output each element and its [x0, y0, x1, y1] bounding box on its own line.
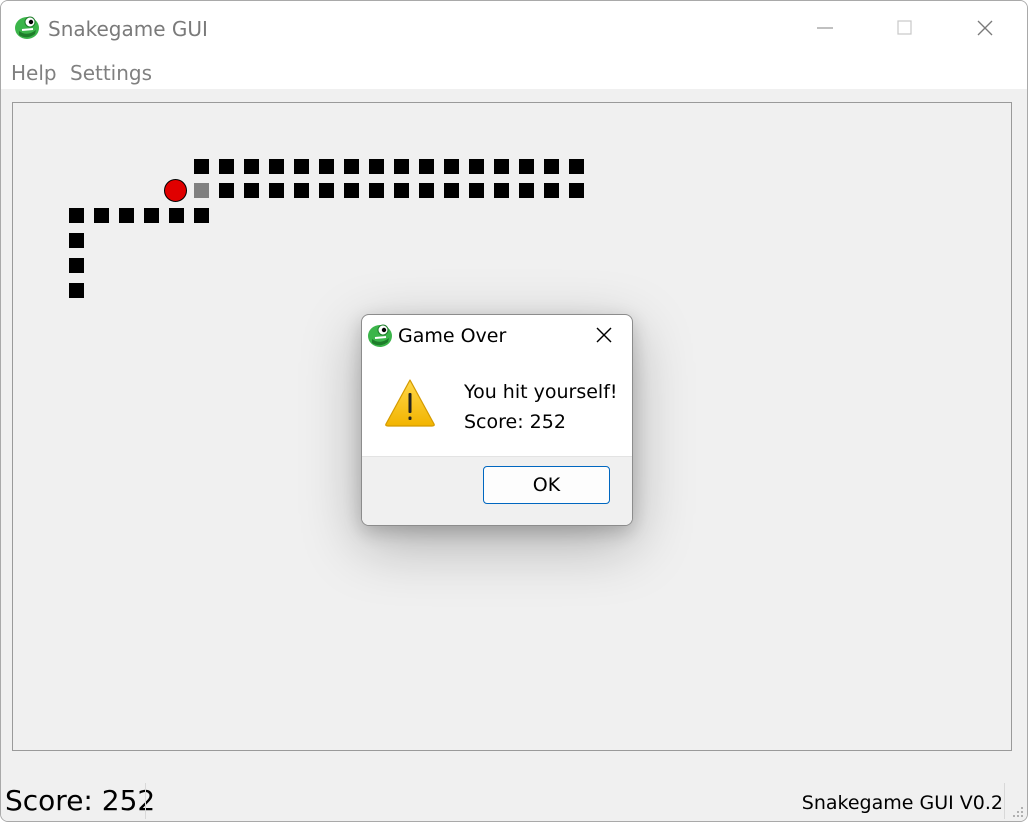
window-title: Snakegame GUI — [48, 17, 208, 41]
snake-segment — [269, 183, 284, 198]
close-icon[interactable] — [594, 325, 614, 345]
status-bar: Score: 252 Snakegame GUI V0.2 — [1, 779, 1027, 821]
dialog-message: You hit yourself! — [464, 381, 618, 403]
snake-segment — [494, 159, 509, 174]
snake-segment — [369, 183, 384, 198]
snake-segment — [394, 183, 409, 198]
snake-segment — [319, 159, 334, 174]
snake-segment — [144, 208, 159, 223]
menu-bar: Help Settings — [1, 55, 1027, 89]
snake-segment — [544, 183, 559, 198]
snake-segment — [569, 159, 584, 174]
snake-segment — [219, 183, 234, 198]
snake-segment — [469, 183, 484, 198]
snake-app-icon — [368, 324, 392, 347]
snake-segment — [269, 159, 284, 174]
dialog-title: Game Over — [398, 325, 507, 347]
snake-segment — [69, 283, 84, 298]
snake-segment — [469, 159, 484, 174]
minimize-icon — [817, 27, 833, 29]
snake-segment — [169, 208, 184, 223]
warning-icon — [385, 379, 435, 427]
snake-segment — [194, 208, 209, 223]
snake-segment — [69, 208, 84, 223]
snake-segment — [569, 183, 584, 198]
food-icon — [164, 179, 187, 202]
dialog-score: Score: 252 — [464, 411, 566, 433]
close-icon — [977, 20, 993, 36]
snake-segment — [494, 183, 509, 198]
snake-segment — [119, 208, 134, 223]
snake-segment — [344, 159, 359, 174]
snake-segment — [444, 159, 459, 174]
snake-segment — [69, 233, 84, 248]
snake-segment — [369, 159, 384, 174]
snake-segment — [94, 208, 109, 223]
snake-segment — [69, 258, 84, 273]
snake-segment — [294, 159, 309, 174]
game-over-dialog: Game Over You hit yourself! Score: 252 O… — [361, 314, 633, 526]
status-version: Snakegame GUI V0.2 — [801, 792, 1003, 814]
resize-grip-icon[interactable] — [1012, 806, 1024, 818]
snake-segment — [444, 183, 459, 198]
snake-segment — [544, 159, 559, 174]
ok-button[interactable]: OK — [483, 466, 610, 504]
status-divider — [145, 783, 146, 819]
menu-help[interactable]: Help — [11, 60, 57, 86]
status-score: Score: 252 — [5, 784, 156, 817]
snake-segment — [419, 159, 434, 174]
snake-segment — [344, 183, 359, 198]
main-window: Snakegame GUI Help Settings Score: 252 S… — [0, 0, 1028, 822]
snake-head — [194, 183, 209, 198]
minimize-button[interactable] — [785, 1, 865, 55]
snake-segment — [244, 183, 259, 198]
snake-segment — [419, 183, 434, 198]
title-bar[interactable]: Snakegame GUI — [1, 1, 1027, 55]
dialog-footer: OK — [362, 456, 632, 525]
snake-segment — [319, 183, 334, 198]
snake-segment — [294, 183, 309, 198]
close-button[interactable] — [945, 1, 1025, 55]
snake-segment — [394, 159, 409, 174]
snake-segment — [194, 159, 209, 174]
snake-segment — [244, 159, 259, 174]
snake-segment — [519, 159, 534, 174]
status-divider — [1004, 783, 1005, 819]
maximize-button[interactable] — [865, 1, 945, 55]
maximize-icon — [897, 20, 912, 35]
snake-app-icon — [15, 16, 39, 39]
snake-segment — [219, 159, 234, 174]
snake-segment — [519, 183, 534, 198]
menu-settings[interactable]: Settings — [70, 60, 152, 86]
